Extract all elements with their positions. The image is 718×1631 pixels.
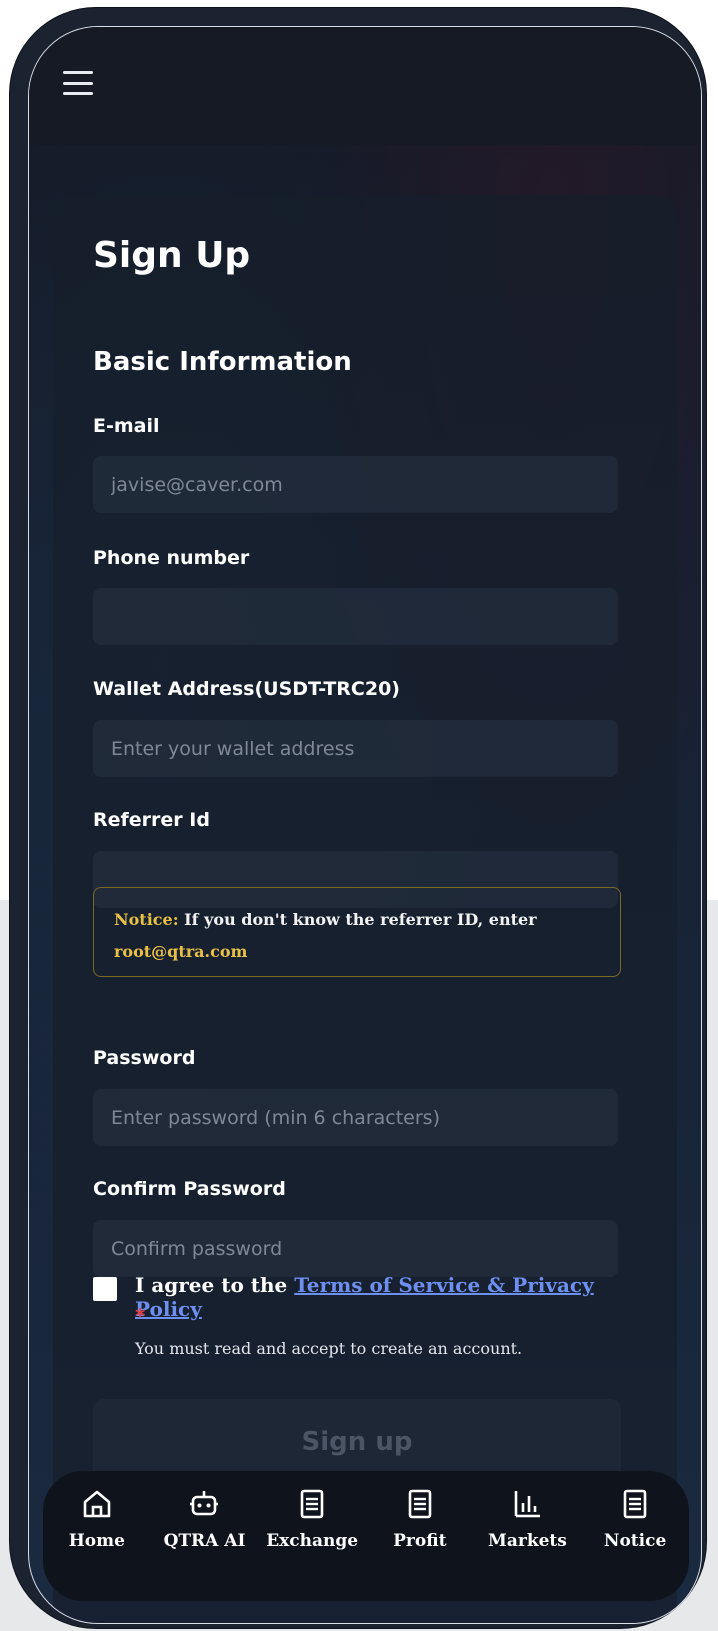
top-bar	[29, 27, 701, 145]
notice-prefix: Notice:	[114, 910, 179, 929]
required-mark: *	[135, 1304, 146, 1328]
phone-label: Phone number	[93, 547, 250, 569]
terms-hint: You must read and accept to create an ac…	[135, 1339, 523, 1358]
nav-label-qtra-ai: QTRA AI	[163, 1531, 246, 1551]
wallet-address-field[interactable]	[93, 720, 618, 777]
nav-label-markets: Markets	[488, 1531, 567, 1551]
bottom-nav: Home QTRA AI Exchange Profit Markets Not…	[43, 1471, 689, 1601]
home-icon	[83, 1490, 111, 1518]
nav-item-qtra-ai[interactable]: QTRA AI	[154, 1487, 254, 1551]
password-label: Password	[93, 1047, 196, 1069]
hamburger-menu-icon[interactable]	[63, 71, 93, 95]
nav-label-notice: Notice	[603, 1531, 667, 1551]
password-field[interactable]	[93, 1089, 618, 1146]
referrer-label: Referrer Id	[93, 809, 210, 831]
document-icon	[408, 1489, 432, 1519]
nav-label-profit: Profit	[393, 1531, 447, 1551]
agree-prefix: I agree to the	[135, 1273, 295, 1297]
confirm-password-label: Confirm Password	[93, 1178, 286, 1200]
wallet-label: Wallet Address(USDT-TRC20)	[93, 678, 400, 700]
document-icon	[623, 1489, 647, 1519]
nav-label-home: Home	[68, 1531, 125, 1551]
document-icon	[300, 1489, 324, 1519]
page-title: Sign Up	[93, 235, 251, 276]
referrer-notice: Notice: If you don't know the referrer I…	[93, 887, 621, 977]
bar-chart-icon	[515, 1491, 541, 1518]
app-screen: Sign Up Basic Information E-mail Phone n…	[28, 26, 702, 1624]
nav-item-notice[interactable]: Notice	[585, 1487, 685, 1551]
nav-item-home[interactable]: Home	[47, 1487, 147, 1551]
nav-item-exchange[interactable]: Exchange	[262, 1487, 362, 1551]
confirm-password-field[interactable]	[93, 1220, 618, 1277]
robot-icon	[190, 1491, 219, 1516]
email-field[interactable]	[93, 456, 618, 513]
phone-field[interactable]	[93, 588, 618, 645]
email-label: E-mail	[93, 415, 160, 437]
terms-checkbox[interactable]	[93, 1277, 117, 1301]
nav-label-exchange: Exchange	[266, 1531, 359, 1551]
nav-item-markets[interactable]: Markets	[477, 1487, 577, 1551]
notice-email: root@qtra.com	[114, 942, 248, 961]
terms-agreement: I agree to the Terms of Service & Privac…	[135, 1273, 635, 1321]
notice-text: If you don't know the referrer ID, enter	[178, 910, 537, 929]
section-title: Basic Information	[93, 347, 352, 377]
nav-item-profit[interactable]: Profit	[370, 1487, 470, 1551]
